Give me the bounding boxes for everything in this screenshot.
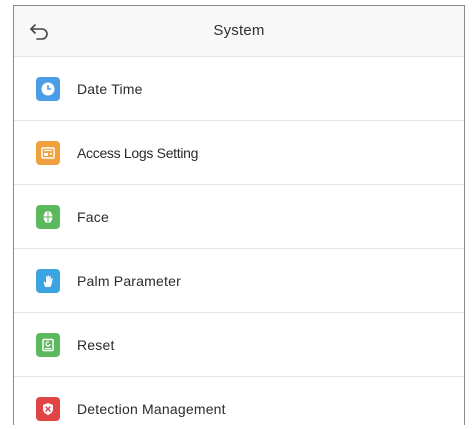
- menu-item-palm-parameter[interactable]: Palm Parameter: [14, 249, 464, 313]
- menu-item-label: Detection Management: [77, 400, 226, 417]
- menu-item-label: Access Logs Setting: [77, 144, 199, 161]
- menu-item-label: Face: [77, 208, 109, 225]
- menu-item-date-time[interactable]: Date Time: [14, 57, 464, 121]
- palm-icon: [36, 268, 60, 293]
- menu-item-label: Date Time: [77, 80, 143, 97]
- menu-item-access-logs-setting[interactable]: Access Logs Setting: [14, 121, 464, 185]
- header-bar: System: [14, 6, 464, 57]
- logs-icon: [36, 140, 60, 165]
- shield-icon: [36, 396, 60, 421]
- system-screen: System Date Time Access Logs Setting Fac…: [13, 5, 465, 425]
- menu-item-reset[interactable]: Reset: [14, 313, 464, 377]
- menu-item-face[interactable]: Face: [14, 185, 464, 249]
- face-icon: [36, 204, 60, 229]
- reset-icon: [36, 332, 60, 357]
- page-title: System: [213, 22, 265, 39]
- menu-item-detection-management[interactable]: Detection Management: [14, 377, 464, 425]
- menu-item-label: Palm Parameter: [77, 272, 181, 289]
- clock-icon: [36, 76, 60, 101]
- menu-item-label: Reset: [77, 336, 115, 353]
